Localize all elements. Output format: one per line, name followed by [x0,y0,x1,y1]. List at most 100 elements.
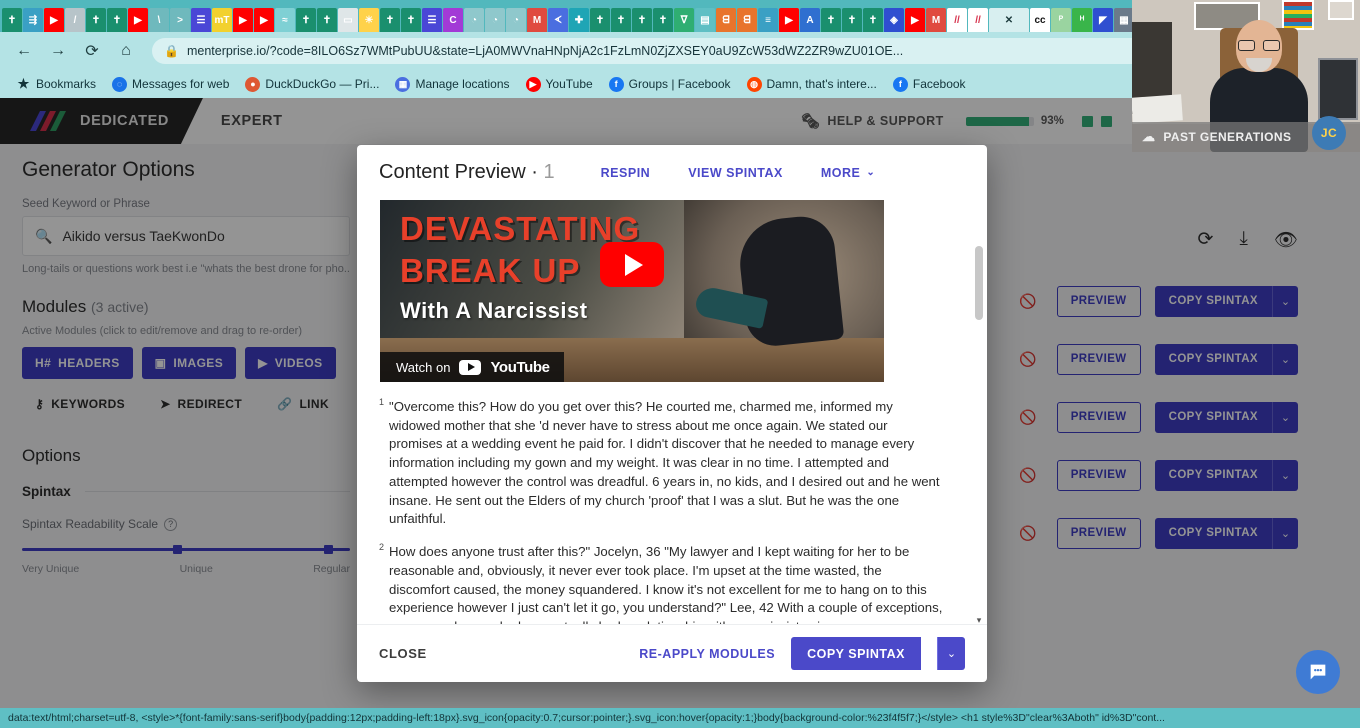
browser-tab-33[interactable]: ᐁ [674,8,694,32]
browser-tab-38[interactable]: ▶ [779,8,799,32]
intercom-chat-button[interactable] [1296,650,1340,694]
browser-tab-9[interactable]: > [170,8,190,32]
browser-tab-15[interactable]: ✝ [296,8,316,32]
browser-tab-44[interactable]: ▶ [905,8,925,32]
browser-tab-11[interactable]: mT [212,8,232,32]
copy-spintax-button[interactable]: COPY SPINTAX [1154,459,1272,491]
avatar[interactable]: JC [1312,116,1346,150]
slider-handle-1[interactable] [172,545,182,554]
browser-tab-24[interactable]: ◔ [485,8,505,32]
browser-tab-3[interactable]: ▶ [44,8,64,32]
browser-tab-41[interactable]: ✝ [842,8,862,32]
chevron-down-icon[interactable]: ⌄ [1272,401,1298,433]
browser-tab-19[interactable]: ✝ [380,8,400,32]
scroll-down-icon[interactable]: ▾ [975,615,983,624]
browser-tab-23[interactable]: ◔ [464,8,484,32]
browser-tab-5[interactable]: ✝ [86,8,106,32]
module-chip-keywords[interactable]: ⚷ KEYWORDS [22,388,138,420]
app-brand[interactable]: DEDICATED [0,98,203,144]
browser-tab-46[interactable]: // [947,8,967,32]
bookmark-item-0[interactable]: ★ Bookmarks [10,75,102,94]
copy-spintax-button[interactable]: COPY SPINTAX [1154,401,1272,433]
slider-handle-2[interactable] [323,545,333,554]
forward-icon[interactable]: → [44,37,72,65]
browser-tab-1[interactable]: ✝ [2,8,22,32]
bookmark-item-6[interactable]: ◍ Damn, that's intere... [741,75,883,94]
more-action[interactable]: MORE ⌄ [821,166,875,180]
youtube-video-thumbnail[interactable]: DEVASTATING BREAK UP With A Narcissist W… [380,200,884,382]
browser-tab-36[interactable]: ᗺ [737,8,757,32]
chevron-down-icon[interactable]: ⌄ [1272,459,1298,491]
help-support-button[interactable]: 🗞 HELP & SUPPORT [801,112,944,130]
copy-spintax-button[interactable]: COPY SPINTAX [791,637,921,670]
browser-tab-18[interactable]: ☀ [359,8,379,32]
preview-button[interactable]: PREVIEW [1056,401,1141,433]
search-input[interactable]: 🔍 Aikido versus TaeKwonDo [22,216,350,256]
browser-tab-35[interactable]: ᗺ [716,8,736,32]
browser-tab-47[interactable]: // [968,8,988,32]
download-icon[interactable]: ⤓ [1239,228,1247,252]
browser-tab-32[interactable]: ✝ [653,8,673,32]
browser-tab-6[interactable]: ✝ [107,8,127,32]
watch-on-youtube-button[interactable]: Watch on YouTube [380,352,564,382]
preview-button[interactable]: PREVIEW [1056,517,1141,549]
browser-tab-26[interactable]: M [527,8,547,32]
back-icon[interactable]: ← [10,37,38,65]
browser-tab-31[interactable]: ✝ [632,8,652,32]
copy-spintax-button[interactable]: COPY SPINTAX [1154,285,1272,317]
browser-tab-42[interactable]: ✝ [863,8,883,32]
preview-button[interactable]: PREVIEW [1056,459,1141,491]
question-icon[interactable]: ? [164,517,178,531]
browser-tab-17[interactable]: ▭ [338,8,358,32]
browser-tab-25[interactable]: ◔ [506,8,526,32]
re-apply-modules-button[interactable]: RE-APPLY MODULES [639,647,775,661]
module-chip-link[interactable]: 🔗 LINK [264,388,342,420]
module-chip-headers[interactable]: H# HEADERS [22,347,133,379]
browser-tab-22[interactable]: C [443,8,463,32]
browser-tab-37[interactable]: ≡ [758,8,778,32]
browser-tab-27[interactable]: ᗉ [548,8,568,32]
address-bar[interactable]: 🔒 menterprise.io/?code=8ILO6Sz7WMtPubUU&… [152,38,1234,64]
preview-button[interactable]: PREVIEW [1056,343,1141,375]
bookmark-item-2[interactable]: ● DuckDuckGo — Pri... [239,75,385,94]
module-chip-images[interactable]: ▣ IMAGES [141,347,237,379]
module-chip-redirect[interactable]: ➤ REDIRECT [147,388,255,420]
browser-tab-after-4[interactable]: ◤ [1093,8,1113,32]
browser-tab-29[interactable]: ✝ [590,8,610,32]
spintax-readability-slider[interactable] [22,543,350,561]
copy-spintax-button[interactable]: COPY SPINTAX [1154,517,1272,549]
bookmark-item-5[interactable]: f Groups | Facebook [603,75,737,94]
browser-tab-14[interactable]: ≈ [275,8,295,32]
play-icon[interactable] [600,242,664,287]
browser-tab-20[interactable]: ✝ [401,8,421,32]
browser-tab-45[interactable]: M [926,8,946,32]
eye-off-icon[interactable]: 🚫 [1019,293,1036,310]
bookmark-item-7[interactable]: f Facebook [887,75,972,94]
browser-tab-after-1[interactable]: cc [1030,8,1050,32]
eye-off-icon[interactable]: 🚫 [1019,525,1036,542]
browser-tab-16[interactable]: ✝ [317,8,337,32]
bookmark-item-4[interactable]: ▶ YouTube [520,75,599,94]
active-tab-close-icon[interactable]: ✕ [989,8,1029,32]
close-button[interactable]: CLOSE [379,646,427,661]
browser-tab-after-3[interactable]: ᴴ [1072,8,1092,32]
chevron-down-icon[interactable]: ⌄ [1272,343,1298,375]
bookmark-item-3[interactable]: ▦ Manage locations [389,75,515,94]
browser-tab-after-2[interactable]: ᴾ [1051,8,1071,32]
eye-off-icon[interactable]: 🚫 [1019,351,1036,368]
browser-tab-40[interactable]: ✝ [821,8,841,32]
preview-button[interactable]: PREVIEW [1056,285,1141,317]
browser-tab-10[interactable]: ☰ [191,8,211,32]
view-spintax-action[interactable]: VIEW SPINTAX [688,166,783,180]
browser-tab-12[interactable]: ▶ [233,8,253,32]
browser-tab-30[interactable]: ✝ [611,8,631,32]
browser-tab-8[interactable]: \ [149,8,169,32]
home-icon[interactable]: ⌂ [112,37,140,65]
chevron-down-icon[interactable]: ⌄ [1272,285,1298,317]
scrollbar-thumb[interactable] [975,246,983,320]
browser-tab-34[interactable]: ▤ [695,8,715,32]
chevron-down-icon[interactable]: ⌄ [1272,517,1298,549]
eye-icon[interactable]: 👁 [1274,228,1298,252]
browser-tab-after-5[interactable]: ▦ [1114,8,1134,32]
copy-spintax-button[interactable]: COPY SPINTAX [1154,343,1272,375]
